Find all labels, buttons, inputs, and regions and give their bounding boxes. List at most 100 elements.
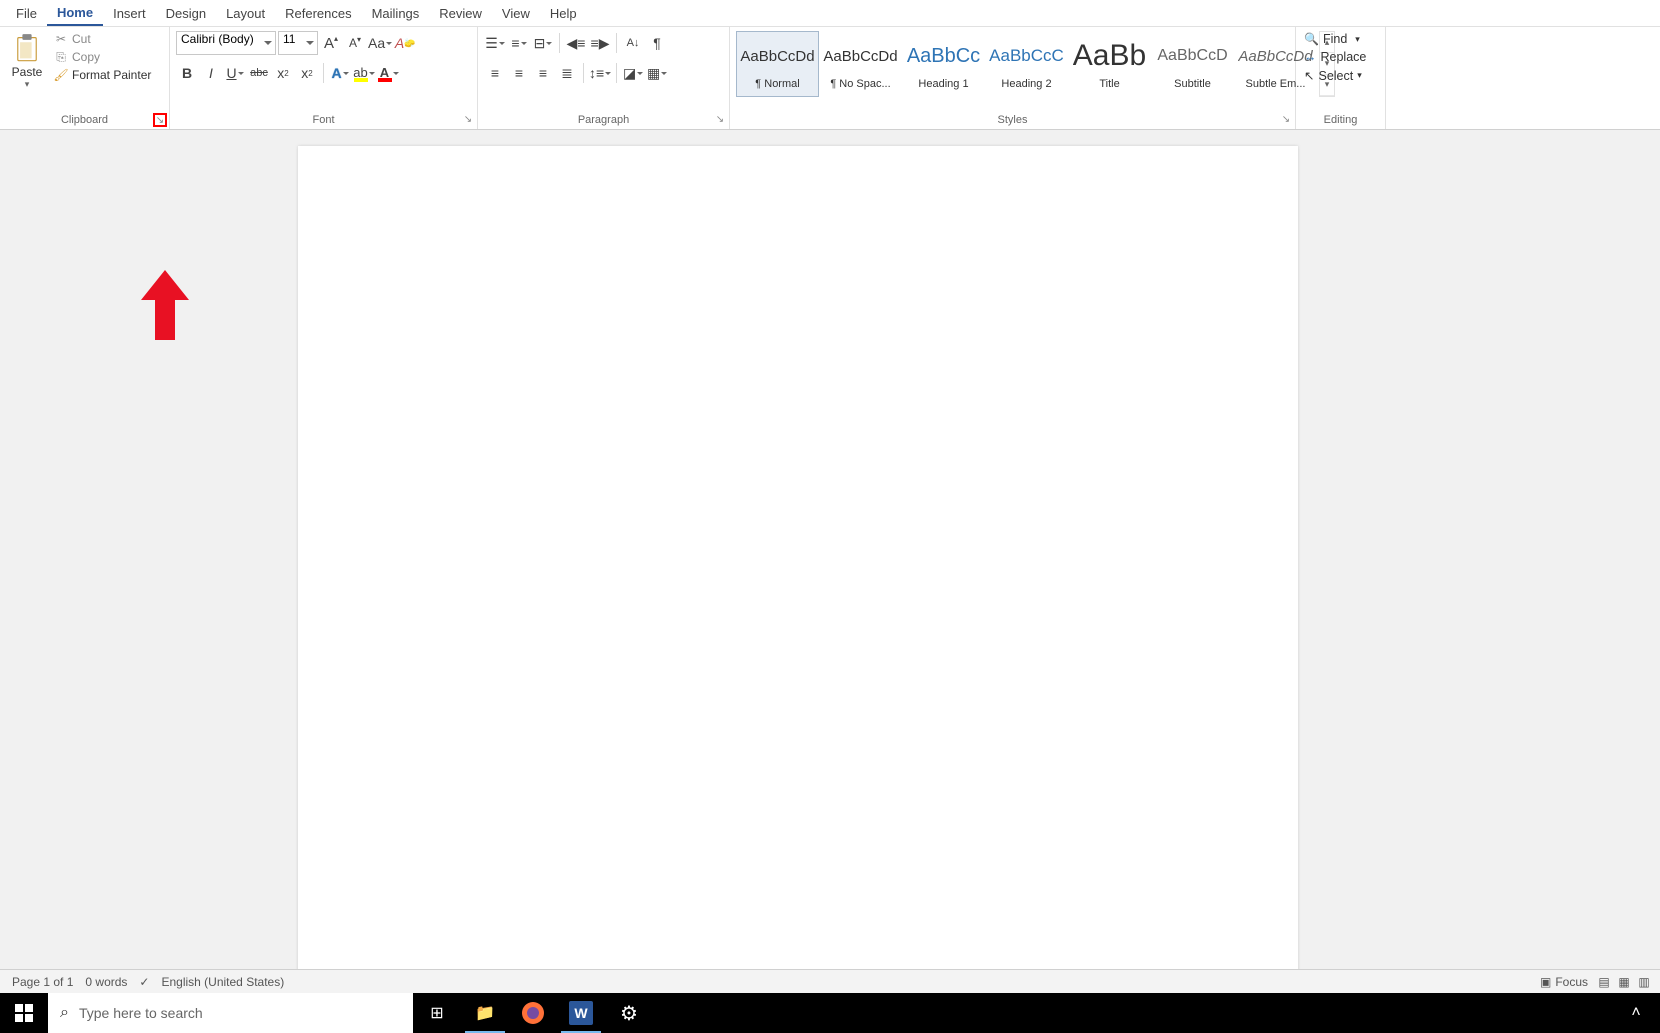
align-center-icon: ≡ [515,65,523,81]
clear-formatting-button[interactable]: A🧽 [394,32,416,54]
cut-button[interactable]: ✂ Cut [52,31,153,47]
highlight-button[interactable]: ab [353,62,375,84]
tab-mailings[interactable]: Mailings [362,2,430,25]
multilevel-list-button[interactable]: ⊟ [532,32,554,54]
paragraph-dialog-launcher[interactable]: ↘ [713,113,727,127]
borders-button[interactable]: ▦ [646,62,668,84]
tab-home[interactable]: Home [47,1,103,26]
font-color-button[interactable]: A [377,62,399,84]
numbering-button[interactable]: ≡ [508,32,530,54]
tab-references[interactable]: References [275,2,361,25]
firefox-icon [521,1001,545,1025]
tab-review[interactable]: Review [429,2,492,25]
status-bar: Page 1 of 1 0 words ✓ English (United St… [0,969,1660,993]
language-status[interactable]: English (United States) [155,970,290,994]
taskbar-search[interactable]: ⌕ Type here to search [48,993,413,1033]
show-desktop-chevron[interactable]: ˄ [1612,993,1660,1033]
replace-button[interactable]: ↔ Replace [1302,49,1368,65]
underline-button[interactable]: U [224,62,246,84]
tab-insert[interactable]: Insert [103,2,156,25]
find-icon: 🔍 [1304,32,1319,46]
group-title-editing: Editing [1302,111,1379,129]
tab-view[interactable]: View [492,2,540,25]
file-explorer-taskbar[interactable]: 📁 [461,993,509,1033]
start-button[interactable] [0,993,48,1033]
paste-label: Paste [12,65,43,79]
format-painter-button[interactable]: 🖌 Format Painter [52,67,153,83]
tab-file[interactable]: File [6,2,47,25]
copy-button[interactable]: ⎘ Copy [52,49,153,65]
sort-button[interactable]: A↓ [622,32,644,54]
annotation-arrow [135,270,195,348]
replace-icon: ↔ [1304,50,1317,64]
outdent-icon: ◀≡ [567,35,586,52]
show-hide-button[interactable]: ¶ [646,32,668,54]
align-right-button[interactable]: ≡ [532,62,554,84]
styles-dialog-launcher[interactable]: ↘ [1279,113,1293,127]
firefox-taskbar[interactable] [509,993,557,1033]
shrink-font-button[interactable]: A▾ [344,32,366,54]
svg-text:W: W [574,1005,588,1021]
paste-dropdown[interactable]: ▾ [25,79,30,90]
spelling-status[interactable]: ✓ [133,970,155,994]
search-icon: ⌕ [60,1004,69,1022]
word-taskbar[interactable]: W [557,993,605,1033]
justify-button[interactable]: ≣ [556,62,578,84]
change-case-button[interactable]: Aa [368,32,392,54]
tab-help[interactable]: Help [540,2,587,25]
italic-button[interactable]: I [200,62,222,84]
superscript-button[interactable]: x2 [296,62,318,84]
text-effects-button[interactable]: A [329,62,351,84]
chevron-up-icon: ˄ [1631,1004,1640,1022]
align-center-button[interactable]: ≡ [508,62,530,84]
read-mode-icon: ▤ [1598,975,1609,989]
font-name-combo[interactable]: Calibri (Body) [176,31,276,55]
style-heading-1[interactable]: AaBbCcHeading 1 [902,31,985,97]
shading-button[interactable]: ◪ [622,62,644,84]
paste-button[interactable]: Paste ▾ [6,31,48,92]
borders-icon: ▦ [647,65,660,82]
bold-button[interactable]: B [176,62,198,84]
focus-icon: ▣ [1540,975,1551,989]
style-title[interactable]: AaBbTitle [1068,31,1151,97]
style--normal[interactable]: AaBbCcDd¶ Normal [736,31,819,97]
line-spacing-button[interactable]: ↕≡ [589,62,611,84]
align-right-icon: ≡ [539,65,547,81]
read-mode-button[interactable]: ▤ [1594,972,1614,992]
document-canvas[interactable] [0,130,1660,1002]
print-layout-button[interactable]: ▦ [1614,972,1634,992]
group-clipboard: Paste ▾ ✂ Cut ⎘ Copy 🖌 Format Painter Cl… [0,27,170,129]
style--no-spac-[interactable]: AaBbCcDd¶ No Spac... [819,31,902,97]
find-button[interactable]: 🔍 Find ▾ [1302,31,1368,47]
group-title-font: Font [176,111,471,129]
clipboard-dialog-launcher[interactable]: ↘ [153,113,167,127]
select-button[interactable]: ↖ Select ▾ [1302,67,1368,84]
ribbon: Paste ▾ ✂ Cut ⎘ Copy 🖌 Format Painter Cl… [0,26,1660,130]
style-subtitle[interactable]: AaBbCcDSubtitle [1151,31,1234,97]
gear-icon: ⚙ [620,1001,638,1026]
strikethrough-button[interactable]: abc [248,62,270,84]
web-layout-button[interactable]: ▥ [1634,972,1654,992]
taskbar: ⌕ Type here to search ⊞ 📁 W ⚙ ˄ [0,993,1660,1033]
find-dropdown[interactable]: ▾ [1355,34,1360,45]
task-view-button[interactable]: ⊞ [413,993,461,1033]
select-icon: ↖ [1304,68,1314,83]
tab-layout[interactable]: Layout [216,2,275,25]
page-number-status[interactable]: Page 1 of 1 [6,970,79,994]
shading-icon: ◪ [623,65,636,82]
tab-design[interactable]: Design [156,2,216,25]
increase-indent-button[interactable]: ≡▶ [589,32,611,54]
subscript-button[interactable]: x2 [272,62,294,84]
align-left-button[interactable]: ≡ [484,62,506,84]
word-count-status[interactable]: 0 words [79,970,133,994]
settings-taskbar[interactable]: ⚙ [605,993,653,1033]
bullets-button[interactable]: ☰ [484,32,506,54]
style-heading-2[interactable]: AaBbCcCHeading 2 [985,31,1068,97]
font-size-combo[interactable]: 11 [278,31,318,55]
justify-icon: ≣ [561,65,573,82]
font-dialog-launcher[interactable]: ↘ [461,113,475,127]
document-page[interactable] [298,146,1298,1002]
decrease-indent-button[interactable]: ◀≡ [565,32,587,54]
focus-mode-button[interactable]: ▣ Focus [1534,970,1594,994]
grow-font-button[interactable]: A▴ [320,32,342,54]
